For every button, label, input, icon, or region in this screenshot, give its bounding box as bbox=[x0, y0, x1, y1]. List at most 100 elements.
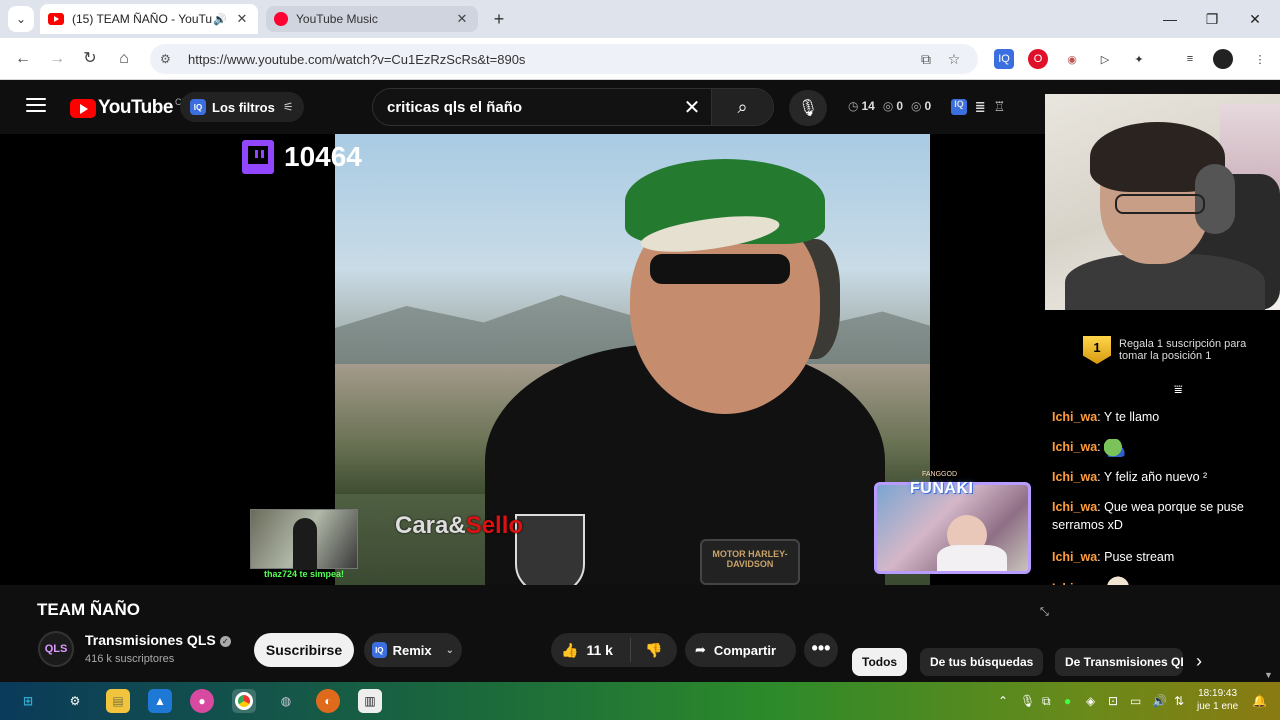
filters-button[interactable]: IQ Los filtros ⚟ bbox=[180, 92, 304, 122]
close-tab-icon[interactable]: ✕ bbox=[234, 11, 250, 27]
settings-gear-icon[interactable]: ⚙ bbox=[63, 689, 87, 713]
remix-label: Remix bbox=[392, 642, 432, 658]
chip-from-searches[interactable]: De tus búsquedas bbox=[920, 648, 1044, 676]
media-controls-icon[interactable]: ≡ bbox=[1180, 49, 1200, 69]
close-tab-icon[interactable]: ✕ bbox=[454, 11, 470, 27]
close-window-icon[interactable]: ✕ bbox=[1240, 8, 1270, 30]
tray-capture-icon[interactable]: ⧉ bbox=[1042, 694, 1051, 709]
youtube-favicon-icon bbox=[48, 13, 64, 25]
stat-eye-1: ◎ 0 bbox=[882, 99, 904, 113]
menu-kebab-icon[interactable]: ⋮ bbox=[1250, 49, 1270, 69]
eye-icon: ◎ bbox=[882, 99, 894, 113]
video-frame[interactable]: Cara&Sello MOTOR HARLEY-DAVIDSON bbox=[335, 134, 930, 585]
tray-green-dot-icon[interactable]: ● bbox=[1064, 694, 1071, 708]
extension-play-icon[interactable]: ▷ bbox=[1095, 49, 1115, 69]
extension-fox-icon[interactable]: ◉ bbox=[1062, 49, 1082, 69]
chevron-right-icon[interactable]: › bbox=[1196, 651, 1202, 672]
tray-volume-icon[interactable]: 🔊 bbox=[1152, 694, 1167, 708]
obs-like-icon[interactable]: ◐ bbox=[316, 689, 340, 713]
speaker-icon[interactable]: 🔊 bbox=[212, 13, 228, 26]
video-player[interactable]: Cara&Sello MOTOR HARLEY-DAVIDSON 10464 t… bbox=[0, 134, 1045, 585]
viewer-number: 10464 bbox=[284, 141, 362, 172]
subscriber-count: 416 k suscriptores bbox=[85, 653, 175, 665]
dislike-button[interactable]: 👎 bbox=[631, 642, 677, 659]
iq-header-icon[interactable]: IQ bbox=[951, 99, 967, 115]
forward-arrow-icon[interactable]: → bbox=[45, 47, 69, 71]
bookmark-star-icon[interactable]: ☆ bbox=[940, 51, 968, 68]
back-arrow-icon[interactable]: ← bbox=[11, 47, 35, 71]
share-label: Compartir bbox=[713, 642, 777, 658]
youtube-wordmark: YouTube bbox=[98, 97, 173, 118]
profile-avatar[interactable] bbox=[1213, 49, 1233, 69]
steam-icon[interactable]: ◍ bbox=[274, 689, 298, 713]
photos-icon[interactable]: ▲ bbox=[148, 689, 172, 713]
tray-lock-icon[interactable]: ⊡ bbox=[1108, 694, 1118, 708]
rank-badge-icon: 1 bbox=[1083, 336, 1111, 364]
chat-message: Ichi_wa: Puse stream bbox=[1052, 550, 1175, 564]
start-menu-icon[interactable]: ⊞ bbox=[16, 689, 40, 713]
tab-youtube-active[interactable]: (15) TEAM ÑAÑO - YouTub 🔊 ✕ bbox=[40, 4, 258, 34]
extension-iq-icon[interactable]: IQ bbox=[994, 49, 1014, 69]
share-arrow-icon: ➦ bbox=[695, 642, 706, 657]
scroll-down-arrow-icon[interactable]: ▼ bbox=[1264, 670, 1273, 680]
chat-message: Ichi_wa: Y feliz año nuevo ² bbox=[1052, 470, 1208, 484]
tray-display-icon[interactable]: ▭ bbox=[1130, 694, 1141, 708]
chat-message: Ichi_wa: bbox=[1052, 438, 1272, 457]
taskbar-clock[interactable]: 18:19:43 jue 1 ene bbox=[1197, 687, 1238, 713]
channel-name[interactable]: Transmisiones QLS ✓ bbox=[85, 632, 231, 648]
sunglasses bbox=[650, 254, 790, 284]
search-icon[interactable]: ⌕ bbox=[711, 89, 773, 125]
tab-youtube-music[interactable]: YouTube Music ✕ bbox=[266, 6, 478, 32]
chevron-down-icon[interactable]: ⌄ bbox=[446, 645, 454, 656]
channel-avatar[interactable]: QLS bbox=[38, 631, 74, 667]
trophy-icon[interactable]: ♖ bbox=[994, 99, 1006, 115]
remix-button[interactable]: IQ Remix ⌄ bbox=[364, 633, 462, 667]
verified-check-icon: ✓ bbox=[219, 635, 231, 647]
new-tab-icon[interactable]: + bbox=[487, 8, 511, 30]
restore-icon[interactable]: ❐ bbox=[1197, 8, 1227, 30]
stat-eye-2: ◎ 0 bbox=[911, 99, 932, 113]
tray-chevron-up-icon[interactable]: ⌃ bbox=[998, 694, 1008, 708]
install-app-icon[interactable]: ⧉ bbox=[912, 51, 940, 68]
address-bar[interactable]: ⚙ https://www.youtube.com/watch?v=Cu1EzR… bbox=[150, 44, 978, 74]
wine-glass bbox=[515, 514, 585, 585]
share-button[interactable]: ➦ Compartir bbox=[685, 633, 796, 667]
more-actions-button[interactable]: ••• bbox=[804, 633, 838, 667]
chip-from-channel[interactable]: De Transmisiones QLS bbox=[1055, 648, 1183, 676]
home-icon[interactable]: ⌂ bbox=[112, 47, 136, 71]
browser-tab-bar: ⌄ (15) TEAM ÑAÑO - YouTub 🔊 ✕ YouTube Mu… bbox=[0, 0, 1280, 38]
clear-search-icon[interactable]: ✕ bbox=[673, 95, 711, 120]
chip-todos[interactable]: Todos bbox=[852, 648, 908, 676]
menu-hamburger-icon[interactable] bbox=[26, 98, 46, 112]
tray-network-icon[interactable]: ⇅ bbox=[1174, 694, 1184, 708]
chrome-icon[interactable] bbox=[232, 689, 256, 713]
pinned-toggle-icon[interactable]: ⩸ bbox=[1174, 381, 1183, 398]
gift-sub-banner[interactable]: 1 Regala 1 suscripción para tomar la pos… bbox=[1083, 336, 1269, 364]
search-box[interactable]: criticas qls el ñaño ✕ ⌕ bbox=[372, 88, 774, 126]
tray-app-icon[interactable]: ◈ bbox=[1086, 694, 1095, 708]
youtube-logo[interactable]: YouTube CL bbox=[70, 97, 186, 119]
harley-logo: MOTOR HARLEY-DAVIDSON bbox=[700, 539, 800, 585]
messenger-icon[interactable]: ● bbox=[190, 689, 214, 713]
search-input[interactable]: criticas qls el ñaño bbox=[373, 99, 673, 116]
site-settings-icon[interactable]: ⚙ bbox=[160, 52, 178, 66]
clock-time: 18:19:43 bbox=[1198, 688, 1238, 699]
subscribe-button[interactable]: Suscribirse bbox=[254, 633, 354, 667]
reload-icon[interactable]: ↻ bbox=[78, 47, 102, 71]
minimize-icon[interactable]: — bbox=[1155, 8, 1185, 30]
like-button[interactable]: 👍 11 k bbox=[551, 638, 631, 662]
extensions-puzzle-icon[interactable]: ✦ bbox=[1129, 49, 1149, 69]
youtube-music-favicon-icon bbox=[274, 12, 288, 26]
chat-message: Ichi_wa: Y te llamo bbox=[1052, 410, 1160, 424]
microphone-icon[interactable]: 🎙 bbox=[789, 90, 827, 126]
list-icon[interactable]: ≣ bbox=[975, 99, 986, 115]
tab-search-chevron-icon[interactable]: ⌄ bbox=[8, 6, 34, 32]
tray-mic-icon[interactable]: 🎙 bbox=[1020, 694, 1035, 708]
notepad-icon[interactable]: ▥ bbox=[358, 689, 382, 713]
like-count: 11 k bbox=[586, 642, 613, 658]
video-title: TEAM ÑAÑO bbox=[37, 600, 140, 619]
windows-taskbar: ⊞ ⚙ ▤ ▲ ● ◍ ◐ ▥ ⌃ 🎙 ⧉ ● ◈ ⊡ ▭ 🔊 ⇅ 🔔 bbox=[0, 682, 1280, 720]
file-explorer-icon[interactable]: ▤ bbox=[106, 689, 130, 713]
notifications-bell-icon[interactable]: 🔔 bbox=[1252, 694, 1267, 708]
extension-opera-icon[interactable]: O bbox=[1028, 49, 1048, 69]
